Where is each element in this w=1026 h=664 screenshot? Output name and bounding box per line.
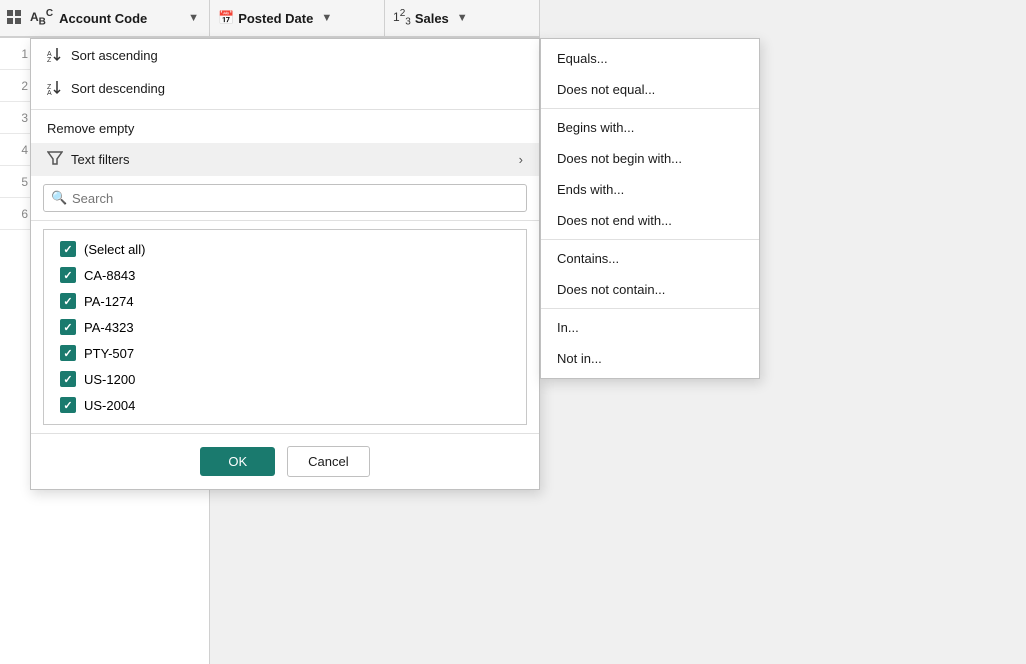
filter-panel-footer: OK Cancel [31,433,539,489]
check-item-select-all[interactable]: (Select all) [56,236,514,262]
submenu-does-not-end-with[interactable]: Does not end with... [541,205,759,236]
sort-ascending-icon: A Z [47,46,63,65]
submenu-does-not-equal-label: Does not equal... [557,82,655,97]
submenu-separator-2 [541,239,759,240]
check-label-us-1200: US-1200 [84,372,135,387]
svg-text:A: A [47,90,52,95]
submenu-equals-label: Equals... [557,51,608,66]
sort-ascending-label: Sort ascending [71,48,158,63]
account-code-header: ABC Account Code ▼ [0,0,209,38]
check-label-us-2004: US-2004 [84,398,135,413]
search-icon: 🔍 [51,190,67,206]
check-item-ca-8843[interactable]: CA-8843 [56,262,514,288]
check-label-pa-1274: PA-1274 [84,294,134,309]
checkbox-select-all[interactable] [60,241,76,257]
cancel-button[interactable]: Cancel [287,446,369,477]
filter-checklist: (Select all) CA-8843 PA-1274 PA-4323 PTY… [43,229,527,425]
submenu-separator-3 [541,308,759,309]
row-number: 2 [8,79,28,93]
submenu-does-not-contain-label: Does not contain... [557,282,665,297]
sales-header: 123 Sales ▼ [385,0,540,38]
check-label-select-all: (Select all) [84,242,145,257]
remove-empty-label: Remove empty [47,121,134,136]
submenu-does-not-begin-with[interactable]: Does not begin with... [541,143,759,174]
account-code-label: Account Code [59,11,180,26]
submenu-equals[interactable]: Equals... [541,43,759,74]
submenu-begins-with[interactable]: Begins with... [541,112,759,143]
submenu-not-in-label: Not in... [557,351,602,366]
checkbox-us-2004[interactable] [60,397,76,413]
row-number: 6 [8,207,28,221]
check-item-us-2004[interactable]: US-2004 [56,392,514,418]
check-label-pa-4323: PA-4323 [84,320,134,335]
submenu-does-not-begin-with-label: Does not begin with... [557,151,682,166]
check-item-pa-4323[interactable]: PA-4323 [56,314,514,340]
number-icon: 123 [393,8,411,27]
submenu-ends-with-label: Ends with... [557,182,624,197]
submenu-contains-label: Contains... [557,251,619,266]
check-label-pty-507: PTY-507 [84,346,134,361]
ok-button[interactable]: OK [200,447,275,476]
submenu-separator-1 [541,108,759,109]
checkbox-pa-4323[interactable] [60,319,76,335]
sort-descending-label: Sort descending [71,81,165,96]
submenu-not-in[interactable]: Not in... [541,343,759,374]
filter-dropdown-panel: A Z Sort ascending Z A Sort descending R… [30,38,540,490]
check-label-ca-8843: CA-8843 [84,268,135,283]
check-item-pa-1274[interactable]: PA-1274 [56,288,514,314]
sort-descending-item[interactable]: Z A Sort descending [31,72,539,105]
sales-dropdown-button[interactable]: ▼ [453,10,472,26]
submenu-begins-with-label: Begins with... [557,120,634,135]
row-number: 5 [8,175,28,189]
row-number: 3 [8,111,28,125]
check-item-us-1200[interactable]: US-1200 [56,366,514,392]
search-section: 🔍 [31,176,539,221]
account-code-dropdown-button[interactable]: ▼ [184,10,203,26]
submenu-in[interactable]: In... [541,312,759,343]
checkbox-us-1200[interactable] [60,371,76,387]
text-type-icon: ABC [30,8,53,27]
submenu-does-not-equal[interactable]: Does not equal... [541,74,759,105]
sales-label: Sales [415,11,449,26]
search-input[interactable] [43,184,527,212]
submenu-ends-with[interactable]: Ends with... [541,174,759,205]
submenu-arrow-icon: › [519,152,523,167]
checkbox-pa-1274[interactable] [60,293,76,309]
sort-descending-icon: Z A [47,79,63,98]
text-filters-label: Text filters [71,152,130,167]
check-item-pty-507[interactable]: PTY-507 [56,340,514,366]
funnel-icon [47,150,63,169]
svg-text:Z: Z [47,57,52,62]
posted-date-dropdown-button[interactable]: ▼ [317,10,336,26]
table-grid-icon [6,9,22,28]
checkbox-pty-507[interactable] [60,345,76,361]
checkbox-ca-8843[interactable] [60,267,76,283]
submenu-does-not-end-with-label: Does not end with... [557,213,672,228]
submenu-in-label: In... [557,320,579,335]
extra-column-headers: 📅 Posted Date ▼ 123 Sales ▼ [210,0,540,38]
posted-date-label: Posted Date [238,11,313,26]
remove-empty-item[interactable]: Remove empty [31,114,539,143]
sort-ascending-item[interactable]: A Z Sort ascending [31,39,539,72]
text-filters-submenu: Equals... Does not equal... Begins with.… [540,38,760,379]
row-number: 1 [8,47,28,61]
search-input-wrap: 🔍 [43,184,527,212]
calendar-icon: 📅 [218,10,234,26]
posted-date-header: 📅 Posted Date ▼ [210,0,385,38]
menu-separator-1 [31,109,539,110]
row-number: 4 [8,143,28,157]
submenu-contains[interactable]: Contains... [541,243,759,274]
text-filters-item[interactable]: Text filters › [31,143,539,176]
submenu-does-not-contain[interactable]: Does not contain... [541,274,759,305]
